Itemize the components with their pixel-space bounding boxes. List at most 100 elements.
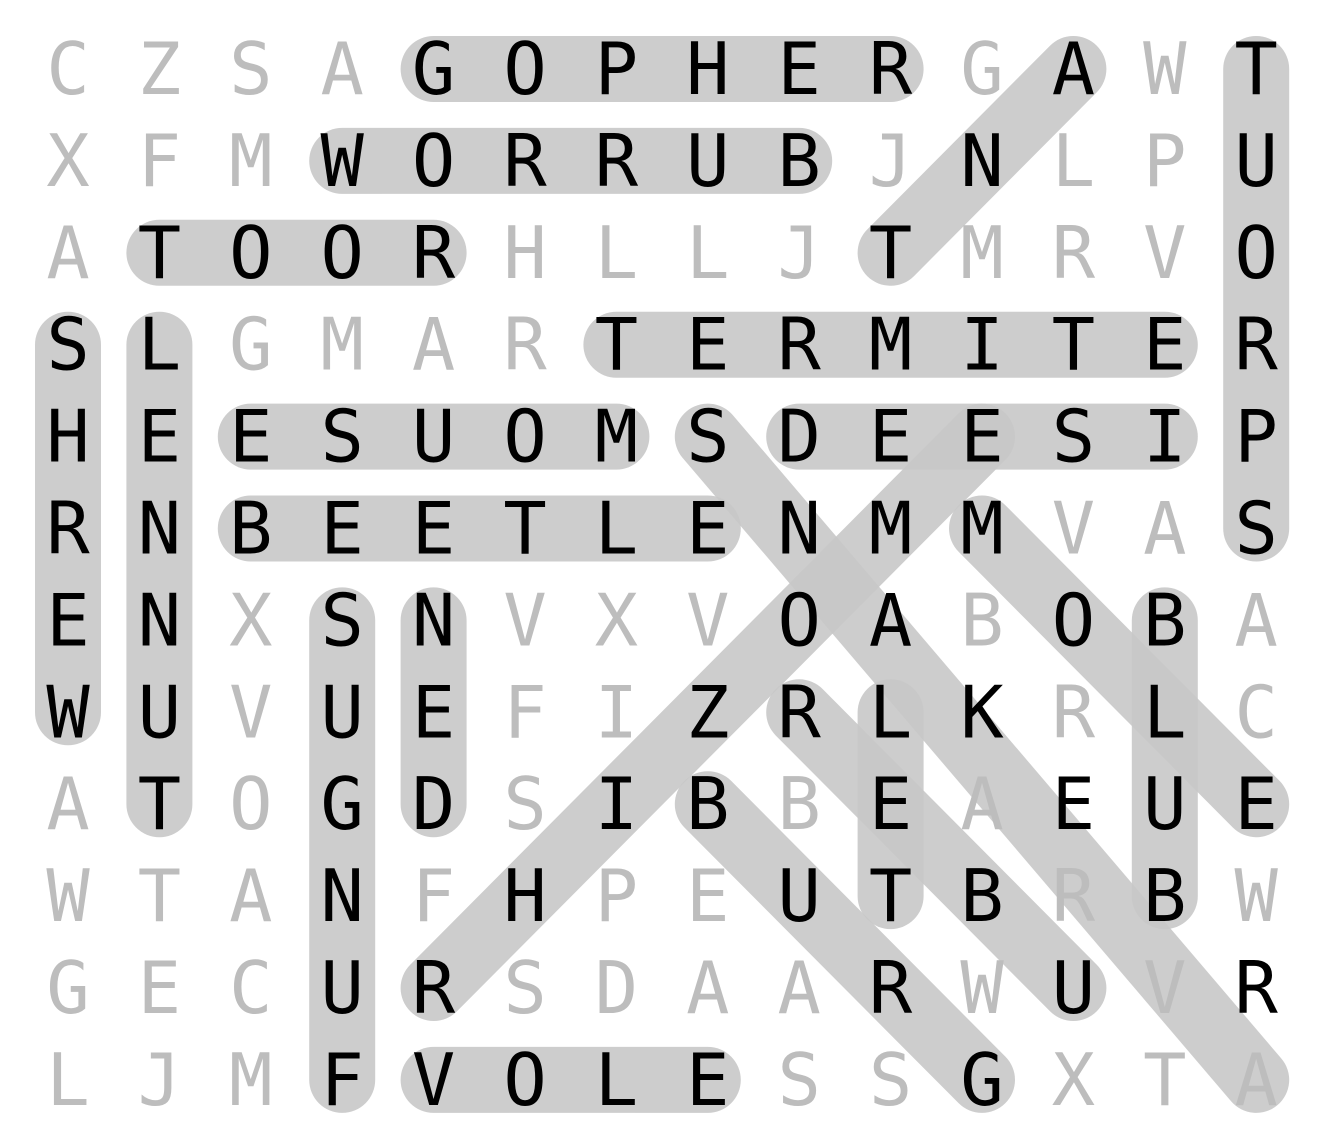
grid-cell-r5-c2[interactable]: B <box>229 487 272 571</box>
grid-cell-r6-c13[interactable]: A <box>1235 578 1278 662</box>
grid-cell-r2-c6[interactable]: L <box>595 211 638 295</box>
grid-cell-r0-c0[interactable]: C <box>46 27 89 111</box>
grid-cell-r11-c9[interactable]: S <box>869 1038 912 1122</box>
grid-cell-r6-c12[interactable]: B <box>1143 578 1186 662</box>
grid-cell-r5-c12[interactable]: A <box>1143 487 1186 571</box>
grid-cell-r7-c12[interactable]: L <box>1143 670 1186 754</box>
grid-cell-r9-c1[interactable]: T <box>138 854 181 938</box>
grid-cell-r6-c0[interactable]: E <box>46 578 89 662</box>
grid-cell-r9-c10[interactable]: B <box>960 854 1003 938</box>
grid-cell-r1-c11[interactable]: L <box>1052 119 1095 203</box>
grid-cell-r11-c1[interactable]: J <box>138 1038 181 1122</box>
grid-cell-r6-c6[interactable]: X <box>595 578 638 662</box>
grid-cell-r7-c2[interactable]: V <box>229 670 272 754</box>
grid-cell-r11-c2[interactable]: M <box>229 1038 272 1122</box>
grid-cell-r1-c10[interactable]: N <box>960 119 1003 203</box>
grid-cell-r10-c9[interactable]: R <box>869 946 913 1030</box>
grid-cell-r7-c0[interactable]: W <box>46 670 90 754</box>
grid-cell-r9-c2[interactable]: A <box>229 854 272 938</box>
grid-cell-r8-c6[interactable]: I <box>595 762 638 846</box>
grid-cell-r11-c4[interactable]: V <box>412 1038 455 1122</box>
grid-cell-r2-c7[interactable]: L <box>686 211 729 295</box>
grid-cell-r2-c12[interactable]: V <box>1143 211 1186 295</box>
grid-cell-r11-c12[interactable]: T <box>1143 1038 1186 1122</box>
grid-cell-r4-c2[interactable]: E <box>229 395 272 479</box>
grid-cell-r11-c11[interactable]: X <box>1052 1038 1095 1122</box>
grid-cell-r11-c6[interactable]: L <box>595 1038 638 1122</box>
grid-cell-r11-c13[interactable]: A <box>1235 1038 1278 1122</box>
grid-cell-r8-c7[interactable]: B <box>686 762 729 846</box>
grid-cell-r3-c1[interactable]: L <box>138 303 181 387</box>
grid-cell-r0-c6[interactable]: P <box>595 27 638 111</box>
grid-cell-r6-c3[interactable]: S <box>321 578 364 662</box>
grid-cell-r9-c6[interactable]: P <box>595 854 638 938</box>
grid-cell-r8-c8[interactable]: B <box>778 762 821 846</box>
grid-cell-r1-c6[interactable]: R <box>595 119 639 203</box>
grid-cell-r9-c9[interactable]: T <box>869 854 912 938</box>
grid-cell-r3-c5[interactable]: R <box>503 303 547 387</box>
grid-cell-r2-c3[interactable]: O <box>321 211 364 295</box>
grid-cell-r5-c11[interactable]: V <box>1052 487 1095 571</box>
grid-cell-r2-c0[interactable]: A <box>46 211 89 295</box>
grid-cell-r3-c7[interactable]: E <box>686 303 729 387</box>
grid-cell-r1-c8[interactable]: B <box>778 119 821 203</box>
grid-cell-r4-c9[interactable]: E <box>869 395 912 479</box>
grid-cell-r1-c12[interactable]: P <box>1143 119 1186 203</box>
grid-cell-r8-c9[interactable]: E <box>869 762 912 846</box>
grid-cell-r4-c11[interactable]: S <box>1052 395 1095 479</box>
grid-cell-r1-c7[interactable]: U <box>686 119 729 203</box>
grid-cell-r1-c2[interactable]: M <box>229 119 272 203</box>
grid-cell-r8-c3[interactable]: G <box>321 762 364 846</box>
grid-cell-r1-c0[interactable]: X <box>46 119 89 203</box>
grid-cell-r3-c10[interactable]: I <box>960 303 1003 387</box>
grid-cell-r9-c8[interactable]: U <box>778 854 821 938</box>
grid-cell-r2-c2[interactable]: O <box>229 211 272 295</box>
grid-cell-r9-c13[interactable]: W <box>1235 854 1279 938</box>
grid-cell-r3-c4[interactable]: A <box>412 303 455 387</box>
grid-cell-r5-c0[interactable]: R <box>46 487 90 571</box>
grid-cell-r10-c3[interactable]: U <box>321 946 364 1030</box>
grid-cell-r2-c1[interactable]: T <box>138 211 181 295</box>
grid-cell-r0-c8[interactable]: E <box>778 27 821 111</box>
grid-cell-r6-c5[interactable]: V <box>503 578 546 662</box>
grid-cell-r2-c9[interactable]: T <box>869 211 912 295</box>
grid-cell-r4-c8[interactable]: D <box>778 395 821 479</box>
grid-cell-r3-c11[interactable]: T <box>1052 303 1095 387</box>
grid-cell-r7-c6[interactable]: I <box>595 670 638 754</box>
grid-cell-r10-c13[interactable]: R <box>1235 946 1279 1030</box>
grid-cell-r4-c6[interactable]: M <box>595 395 638 479</box>
grid-cell-r2-c8[interactable]: J <box>778 211 821 295</box>
grid-cell-r3-c3[interactable]: M <box>321 303 364 387</box>
grid-cell-r4-c5[interactable]: O <box>503 395 546 479</box>
grid-cell-r2-c4[interactable]: R <box>412 211 456 295</box>
grid-cell-r1-c13[interactable]: U <box>1235 119 1278 203</box>
grid-cell-r5-c3[interactable]: E <box>321 487 364 571</box>
grid-cell-r8-c2[interactable]: O <box>229 762 272 846</box>
grid-cell-r3-c8[interactable]: R <box>778 303 822 387</box>
grid-cell-r6-c9[interactable]: A <box>869 578 912 662</box>
grid-cell-r5-c7[interactable]: E <box>686 487 729 571</box>
grid-cell-r5-c1[interactable]: N <box>138 487 181 571</box>
grid-cell-r0-c4[interactable]: G <box>412 27 455 111</box>
grid-cell-r6-c8[interactable]: O <box>778 578 821 662</box>
grid-cell-r10-c1[interactable]: E <box>138 946 181 1030</box>
grid-cell-r11-c8[interactable]: S <box>778 1038 821 1122</box>
grid-cell-r4-c1[interactable]: E <box>138 395 181 479</box>
grid-cell-r3-c0[interactable]: S <box>46 303 89 387</box>
grid-cell-r11-c0[interactable]: L <box>46 1038 89 1122</box>
grid-cell-r11-c3[interactable]: F <box>321 1038 364 1122</box>
grid-cell-r0-c13[interactable]: T <box>1235 27 1278 111</box>
grid-cell-r2-c13[interactable]: O <box>1235 211 1278 295</box>
grid-cell-r1-c1[interactable]: F <box>138 119 181 203</box>
grid-cell-r9-c3[interactable]: N <box>321 854 364 938</box>
grid-cell-r6-c10[interactable]: B <box>960 578 1003 662</box>
grid-cell-r5-c6[interactable]: L <box>595 487 638 571</box>
grid-cell-r1-c5[interactable]: R <box>503 119 547 203</box>
grid-cell-r1-c3[interactable]: W <box>321 119 365 203</box>
grid-cell-r6-c11[interactable]: O <box>1052 578 1095 662</box>
grid-cell-r9-c7[interactable]: E <box>686 854 729 938</box>
grid-cell-r6-c7[interactable]: V <box>686 578 729 662</box>
grid-cell-r7-c7[interactable]: Z <box>686 670 729 754</box>
grid-cell-r5-c8[interactable]: N <box>778 487 821 571</box>
grid-cell-r0-c5[interactable]: O <box>503 27 546 111</box>
